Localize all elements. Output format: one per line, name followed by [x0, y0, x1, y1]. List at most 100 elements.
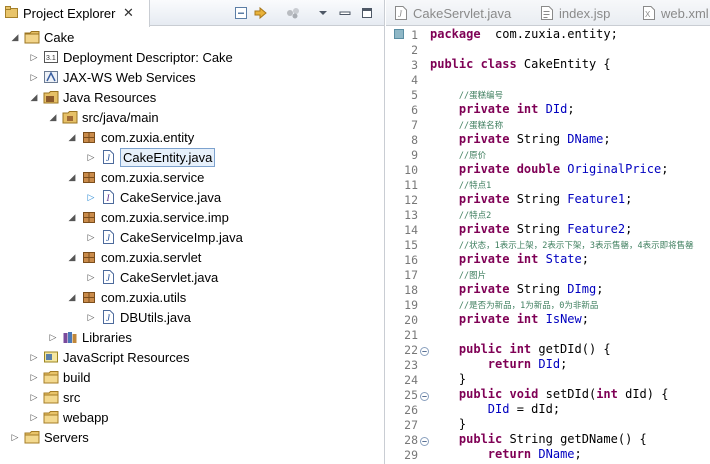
field-token: Feature2: [567, 222, 626, 236]
tree-item-label: com.zuxia.entity: [101, 130, 195, 145]
tree-item[interactable]: ▷ JAX-WS Web Services: [0, 67, 384, 87]
tree-item[interactable]: ▷ Libraries: [0, 327, 384, 347]
tree-item[interactable]: ▷ J DBUtils.java: [0, 307, 384, 327]
collapsed-arrow-icon[interactable]: ▷: [86, 191, 96, 203]
code-token: String: [509, 192, 568, 206]
libraries-icon: [62, 330, 78, 344]
folder-icon: [43, 390, 59, 404]
collapsed-arrow-icon[interactable]: ▷: [86, 311, 96, 323]
expanded-arrow-icon[interactable]: ◢: [67, 291, 77, 303]
line-number: 27: [404, 418, 418, 432]
focus-filter-icon[interactable]: [284, 4, 302, 22]
field-token: DId: [538, 357, 561, 371]
collapsed-arrow-icon[interactable]: ▷: [29, 351, 39, 363]
minimize-icon[interactable]: [336, 4, 354, 22]
close-icon[interactable]: ✕: [123, 5, 134, 21]
tree-item[interactable]: ▷ J CakeServlet.java: [0, 267, 384, 287]
tree-item[interactable]: ▷ 3.1 Deployment Descriptor: Cake: [0, 47, 384, 67]
expanded-arrow-icon[interactable]: ◢: [48, 111, 58, 123]
expanded-arrow-icon[interactable]: ◢: [67, 131, 77, 143]
collapsed-arrow-icon[interactable]: ▷: [86, 271, 96, 283]
code-token: ;: [581, 252, 589, 266]
tree-item[interactable]: ◢ com.zuxia.service: [0, 167, 384, 187]
collapsed-arrow-icon[interactable]: ▷: [29, 371, 39, 383]
expanded-arrow-icon[interactable]: ◢: [67, 251, 77, 263]
collapsed-arrow-icon[interactable]: ▷: [29, 71, 39, 83]
collapsed-arrow-icon[interactable]: ▷: [29, 51, 39, 63]
jsp-file-icon: [540, 6, 553, 20]
keyword-token: private int: [458, 252, 539, 266]
field-token: State: [545, 252, 582, 266]
expanded-arrow-icon[interactable]: ◢: [67, 211, 77, 223]
fold-toggle-icon[interactable]: [420, 435, 429, 446]
svg-text:3.1: 3.1: [46, 55, 56, 62]
tree-item[interactable]: ◢ com.zuxia.utils: [0, 287, 384, 307]
tree-item[interactable]: ▷ webapp: [0, 407, 384, 427]
code-token: dId) {: [617, 387, 669, 401]
code-editor: J CakeServlet.java index.jsp X web.xml 1…: [386, 0, 710, 464]
tree-item[interactable]: ▷ JavaScript Resources: [0, 347, 384, 367]
code-line: 6 private int DId;: [386, 102, 710, 117]
fold-toggle-icon[interactable]: [420, 345, 429, 356]
keyword-token: return: [487, 447, 532, 461]
line-number: 20: [404, 313, 418, 327]
keyword-token: package: [430, 27, 481, 41]
tree-item[interactable]: ◢ src/java/main: [0, 107, 384, 127]
keyword-token: private int: [458, 312, 539, 326]
collapsed-arrow-icon[interactable]: ▷: [10, 431, 20, 443]
code-token: String getDName() {: [502, 432, 647, 446]
folder-icon: [43, 370, 59, 384]
code-text: return DId;: [430, 357, 568, 371]
keyword-token: int: [596, 387, 618, 401]
code-line: 5 //蛋糕编号: [386, 87, 710, 102]
code-text: //原价: [430, 147, 486, 161]
code-line: 3 public class CakeEntity {: [386, 57, 710, 72]
tree-item[interactable]: ▷ I CakeService.java: [0, 187, 384, 207]
field-token: Feature1: [567, 192, 626, 206]
tree-item[interactable]: ◢ com.zuxia.entity: [0, 127, 384, 147]
java-file-icon: J: [100, 230, 116, 244]
tree-item[interactable]: ▷ J CakeServiceImp.java: [0, 227, 384, 247]
tree-item[interactable]: ▷ build: [0, 367, 384, 387]
expanded-arrow-icon[interactable]: ◢: [67, 171, 77, 183]
project-explorer-header: Project Explorer ✕: [0, 0, 384, 27]
tree-item[interactable]: ▷ Servers: [0, 427, 384, 447]
editor-tab-cakeservlet[interactable]: J CakeServlet.java: [386, 0, 524, 26]
tree-item-label: Java Resources: [63, 90, 157, 105]
collapse-all-icon[interactable]: [232, 4, 250, 22]
fold-toggle-icon[interactable]: [420, 390, 429, 401]
code-text: private int IsNew;: [430, 312, 589, 326]
expanded-arrow-icon[interactable]: ◢: [10, 31, 20, 43]
code-line: 24 }: [386, 372, 710, 387]
java-file-icon: J: [394, 6, 407, 20]
code-text: public void setDId(int dId) {: [430, 387, 669, 401]
collapsed-arrow-icon[interactable]: ▷: [29, 391, 39, 403]
comment-token: //状态，1表示上架，2表示下架，3表示售罄，4表示即将售罄: [458, 241, 694, 251]
tree-item[interactable]: ◢ Java Resources: [0, 87, 384, 107]
package-icon: [81, 170, 97, 184]
tree-item[interactable]: ▷ J CakeEntity.java: [0, 147, 384, 167]
link-with-editor-icon[interactable]: [252, 4, 270, 22]
collapsed-arrow-icon[interactable]: ▷: [86, 231, 96, 243]
tree-item[interactable]: ◢ Cake: [0, 27, 384, 47]
collapsed-arrow-icon[interactable]: ▷: [29, 411, 39, 423]
code-line: 22 public int getDId() {: [386, 342, 710, 357]
editor-tab-web-xml[interactable]: X web.xml: [634, 0, 710, 26]
code-token: getDId() {: [531, 342, 611, 356]
tree-item[interactable]: ◢ com.zuxia.servlet: [0, 247, 384, 267]
collapsed-arrow-icon[interactable]: ▷: [86, 151, 96, 163]
line-number: 23: [404, 358, 418, 372]
collapsed-arrow-icon[interactable]: ▷: [48, 331, 58, 343]
project-explorer-tab[interactable]: Project Explorer ✕: [0, 0, 150, 27]
view-menu-icon[interactable]: [314, 4, 332, 22]
editor-tab-index-jsp[interactable]: index.jsp: [532, 0, 634, 26]
line-number: 21: [404, 328, 418, 342]
tree-item[interactable]: ◢ com.zuxia.service.imp: [0, 207, 384, 227]
line-number: 10: [404, 163, 418, 177]
tree-item[interactable]: ▷ src: [0, 387, 384, 407]
maximize-icon[interactable]: [358, 4, 376, 22]
expanded-arrow-icon[interactable]: ◢: [29, 91, 39, 103]
